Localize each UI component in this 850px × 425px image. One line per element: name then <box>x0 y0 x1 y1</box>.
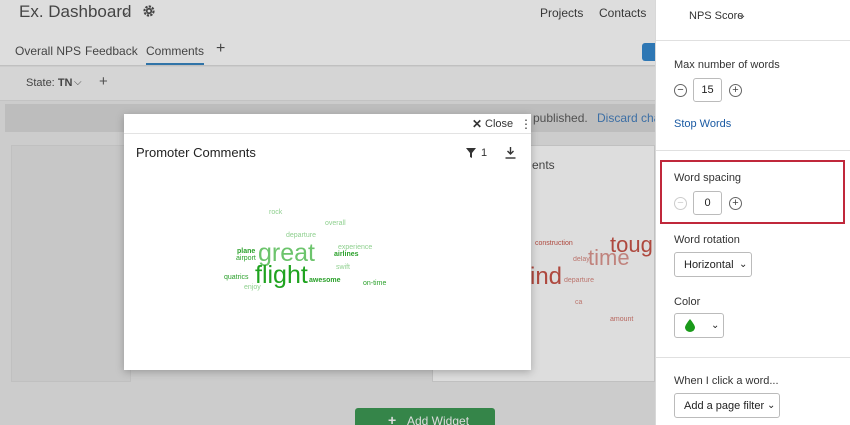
word-rotation-label: Word rotation <box>674 234 740 246</box>
cloud-word[interactable]: flight <box>255 263 308 288</box>
chevron-down-icon: ⌄ <box>739 259 748 270</box>
promoter-comments-modal: ✕ Close ⋮ Promoter Comments 1 great flig… <box>124 114 532 370</box>
chevron-down-icon: ⌄ <box>767 400 776 411</box>
settings-panel: NPS Score ⌄ Max number of words − 15 + S… <box>655 0 850 425</box>
color-label: Color <box>674 296 701 308</box>
droplet-icon <box>685 319 695 332</box>
word-rotation-select[interactable]: Horizontal ⌄ <box>674 252 752 277</box>
word-rotation-value: Horizontal <box>684 259 734 271</box>
cloud-word[interactable]: departure <box>286 232 316 239</box>
metric-selector[interactable]: NPS Score <box>689 10 743 22</box>
decrement-word-spacing-button[interactable]: − <box>674 197 687 210</box>
cloud-word[interactable]: airport <box>236 255 256 262</box>
word-spacing-input[interactable]: 0 <box>693 191 722 215</box>
cloud-word[interactable]: airlines <box>334 251 359 258</box>
cloud-word[interactable]: awesome <box>309 277 341 284</box>
max-words-label: Max number of words <box>674 59 780 71</box>
cloud-word[interactable]: rock <box>269 209 282 216</box>
cloud-word[interactable]: overall <box>325 220 346 227</box>
word-spacing-label: Word spacing <box>674 172 742 184</box>
cloud-word[interactable]: on-time <box>363 280 386 287</box>
chevron-down-icon[interactable]: ⌄ <box>738 10 746 21</box>
on-click-label: When I click a word... <box>674 375 779 387</box>
on-click-action-select[interactable]: Add a page filter ⌄ <box>674 393 780 418</box>
word-spacing-highlight <box>660 160 845 224</box>
cloud-word[interactable]: enjoy <box>244 284 261 291</box>
cloud-word[interactable]: experience <box>338 244 372 251</box>
divider <box>656 150 850 151</box>
color-select[interactable]: ⌄ <box>674 313 724 338</box>
increment-max-words-button[interactable]: + <box>729 84 742 97</box>
stop-words-link[interactable]: Stop Words <box>674 118 731 130</box>
chevron-down-icon: ⌄ <box>711 320 720 331</box>
cloud-word[interactable]: quatrics <box>224 274 249 281</box>
max-words-input[interactable]: 15 <box>693 78 722 102</box>
cloud-word[interactable]: plane <box>237 248 255 255</box>
cloud-word[interactable]: swift <box>336 264 350 271</box>
decrement-max-words-button[interactable]: − <box>674 84 687 97</box>
word-cloud: great flight rock overall departure expe… <box>124 114 531 370</box>
on-click-action-value: Add a page filter <box>684 400 765 412</box>
divider <box>656 40 850 41</box>
divider <box>656 357 850 358</box>
increment-word-spacing-button[interactable]: + <box>729 197 742 210</box>
